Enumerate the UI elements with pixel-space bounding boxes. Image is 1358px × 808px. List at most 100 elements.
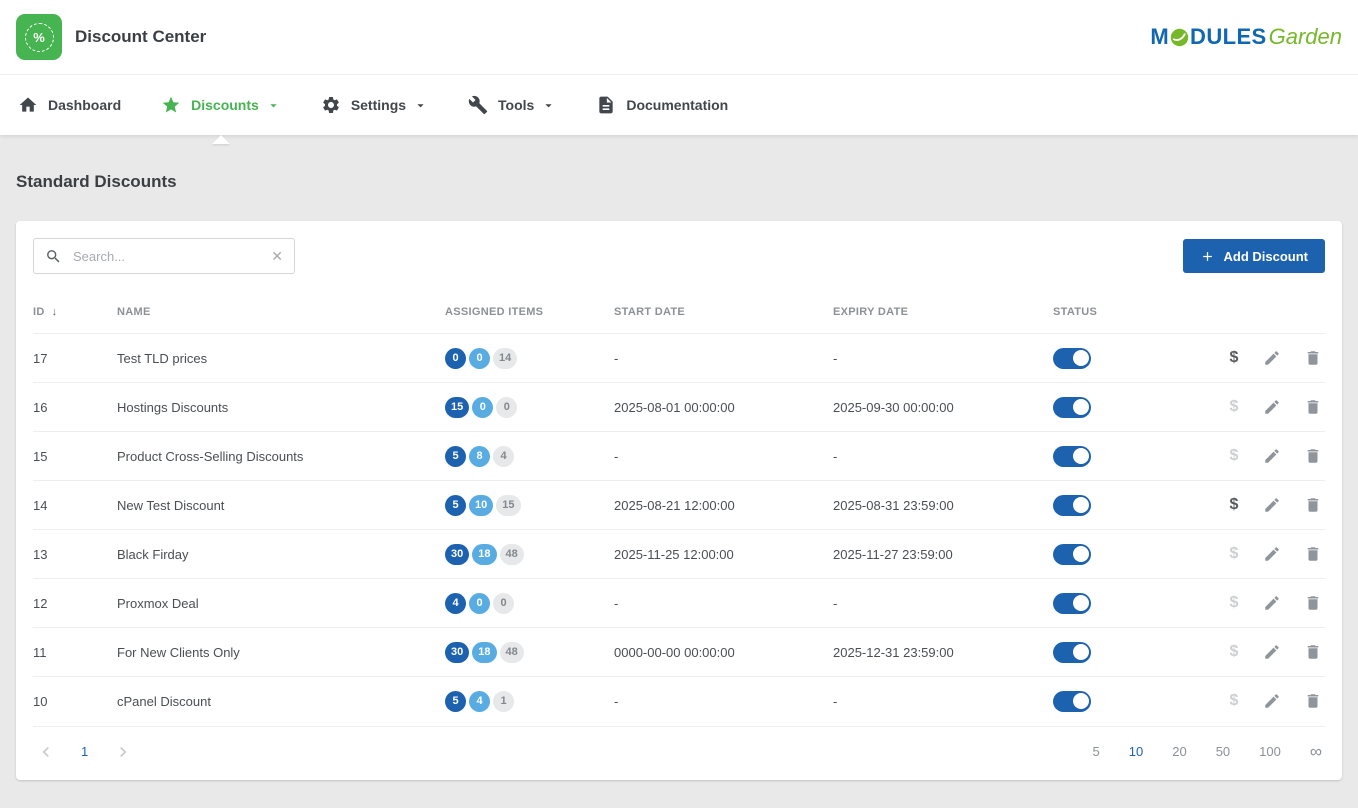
row-name: Test TLD prices [117, 334, 445, 383]
page-size-option-all[interactable]: ∞ [1310, 743, 1322, 760]
row-status [1053, 481, 1203, 530]
column-header-start[interactable]: START DATE [614, 298, 833, 334]
table-row: 12Proxmox Deal400--$ [33, 579, 1325, 628]
search-input[interactable] [71, 248, 262, 265]
page-title: Standard Discounts [16, 172, 1342, 192]
row-actions-cell: $ [1203, 334, 1325, 383]
caret-down-icon [266, 98, 281, 113]
status-toggle[interactable] [1053, 348, 1091, 369]
pricing-icon[interactable]: $ [1228, 643, 1240, 661]
edit-icon[interactable] [1263, 447, 1281, 465]
delete-icon[interactable] [1304, 447, 1322, 465]
row-start-date: 2025-08-01 00:00:00 [614, 383, 833, 432]
add-discount-button[interactable]: Add Discount [1183, 239, 1326, 273]
delete-icon[interactable] [1304, 643, 1322, 661]
delete-icon[interactable] [1304, 692, 1322, 710]
delete-icon[interactable] [1304, 349, 1322, 367]
assigned-count-badge: 18 [472, 642, 496, 663]
edit-icon[interactable] [1263, 398, 1281, 416]
edit-icon[interactable] [1263, 692, 1281, 710]
chevron-right-icon[interactable] [113, 742, 133, 762]
edit-icon[interactable] [1263, 496, 1281, 514]
row-start-date: - [614, 334, 833, 383]
delete-icon[interactable] [1304, 545, 1322, 563]
main-nav: Dashboard DiscountsSettings Tools Documenta… [0, 75, 1358, 135]
nav-item-discounts[interactable]: Discounts [141, 75, 301, 135]
row-status [1053, 432, 1203, 481]
delete-icon[interactable] [1304, 594, 1322, 612]
status-toggle[interactable] [1053, 642, 1091, 663]
row-actions-cell: $ [1203, 628, 1325, 677]
nav-item-dashboard[interactable]: Dashboard [16, 75, 141, 135]
pricing-icon[interactable]: $ [1228, 447, 1240, 465]
gear-icon [321, 95, 341, 115]
assigned-items-badges: 1500 [445, 397, 614, 418]
row-actions: $ [1203, 643, 1325, 661]
pricing-icon[interactable]: $ [1228, 349, 1240, 367]
pricing-icon[interactable]: $ [1228, 496, 1240, 514]
page-size-option-20[interactable]: 20 [1172, 744, 1186, 759]
document-icon [596, 95, 616, 115]
logo-globe-icon [1170, 28, 1189, 47]
assigned-count-badge: 5 [445, 691, 466, 712]
column-header-status[interactable]: STATUS [1053, 298, 1203, 334]
status-toggle[interactable] [1053, 544, 1091, 565]
row-expiry-date: 2025-08-31 23:59:00 [833, 481, 1053, 530]
row-actions-cell: $ [1203, 432, 1325, 481]
column-header-label: ASSIGNED ITEMS [445, 306, 543, 318]
row-start-date: - [614, 579, 833, 628]
page-size-option-5[interactable]: 5 [1093, 744, 1100, 759]
row-status [1053, 677, 1203, 726]
status-toggle[interactable] [1053, 446, 1091, 467]
delete-icon[interactable] [1304, 496, 1322, 514]
edit-icon[interactable] [1263, 643, 1281, 661]
row-name: Black Firday [117, 530, 445, 579]
nav-item-label: Tools [498, 97, 534, 113]
column-header-expiry[interactable]: EXPIRY DATE [833, 298, 1053, 334]
edit-icon[interactable] [1263, 594, 1281, 612]
column-header-label: STATUS [1053, 306, 1097, 318]
status-toggle[interactable] [1053, 397, 1091, 418]
page-navigation: 1 [36, 742, 133, 762]
row-actions: $ [1203, 594, 1325, 612]
column-header-assigned[interactable]: ASSIGNED ITEMS [445, 298, 614, 334]
column-header-name[interactable]: NAME [117, 298, 445, 334]
clear-search-icon[interactable]: ✕ [271, 249, 283, 263]
row-expiry-date: - [833, 432, 1053, 481]
table-row: 13Black Firday3018482025-11-25 12:00:002… [33, 530, 1325, 579]
assigned-count-badge: 8 [469, 446, 490, 467]
toggle-knob [1073, 497, 1089, 513]
edit-icon[interactable] [1263, 349, 1281, 367]
page-size-option-100[interactable]: 100 [1259, 744, 1281, 759]
nav-item-label: Dashboard [48, 97, 121, 113]
row-id: 14 [33, 481, 117, 530]
pricing-icon[interactable]: $ [1228, 594, 1240, 612]
table-row: 17Test TLD prices0014--$ [33, 334, 1325, 383]
page-size-option-50[interactable]: 50 [1216, 744, 1230, 759]
page-size-option-10[interactable]: 10 [1129, 744, 1143, 759]
assigned-count-badge: 1 [493, 691, 514, 712]
assigned-items-badges: 301848 [445, 642, 614, 663]
nav-item-documentation[interactable]: Documentation [576, 75, 748, 135]
status-toggle[interactable] [1053, 495, 1091, 516]
status-toggle[interactable] [1053, 691, 1091, 712]
status-toggle[interactable] [1053, 593, 1091, 614]
edit-icon[interactable] [1263, 545, 1281, 563]
row-id: 11 [33, 628, 117, 677]
page-number[interactable]: 1 [81, 744, 88, 759]
delete-icon[interactable] [1304, 398, 1322, 416]
pricing-icon[interactable]: $ [1228, 692, 1240, 710]
pricing-icon[interactable]: $ [1228, 545, 1240, 563]
row-status [1053, 530, 1203, 579]
toggle-knob [1073, 546, 1089, 562]
row-assigned-items: 301848 [445, 530, 614, 579]
app-brand: % Discount Center [16, 14, 206, 60]
row-assigned-items: 51015 [445, 481, 614, 530]
column-header-id[interactable]: ID↓ [33, 298, 117, 334]
chevron-left-icon[interactable] [36, 742, 56, 762]
nav-item-settings[interactable]: Settings [301, 75, 448, 135]
nav-item-tools[interactable]: Tools [448, 75, 576, 135]
pricing-icon[interactable]: $ [1228, 398, 1240, 416]
assigned-count-badge: 15 [445, 397, 469, 418]
column-header-actions [1203, 298, 1325, 334]
